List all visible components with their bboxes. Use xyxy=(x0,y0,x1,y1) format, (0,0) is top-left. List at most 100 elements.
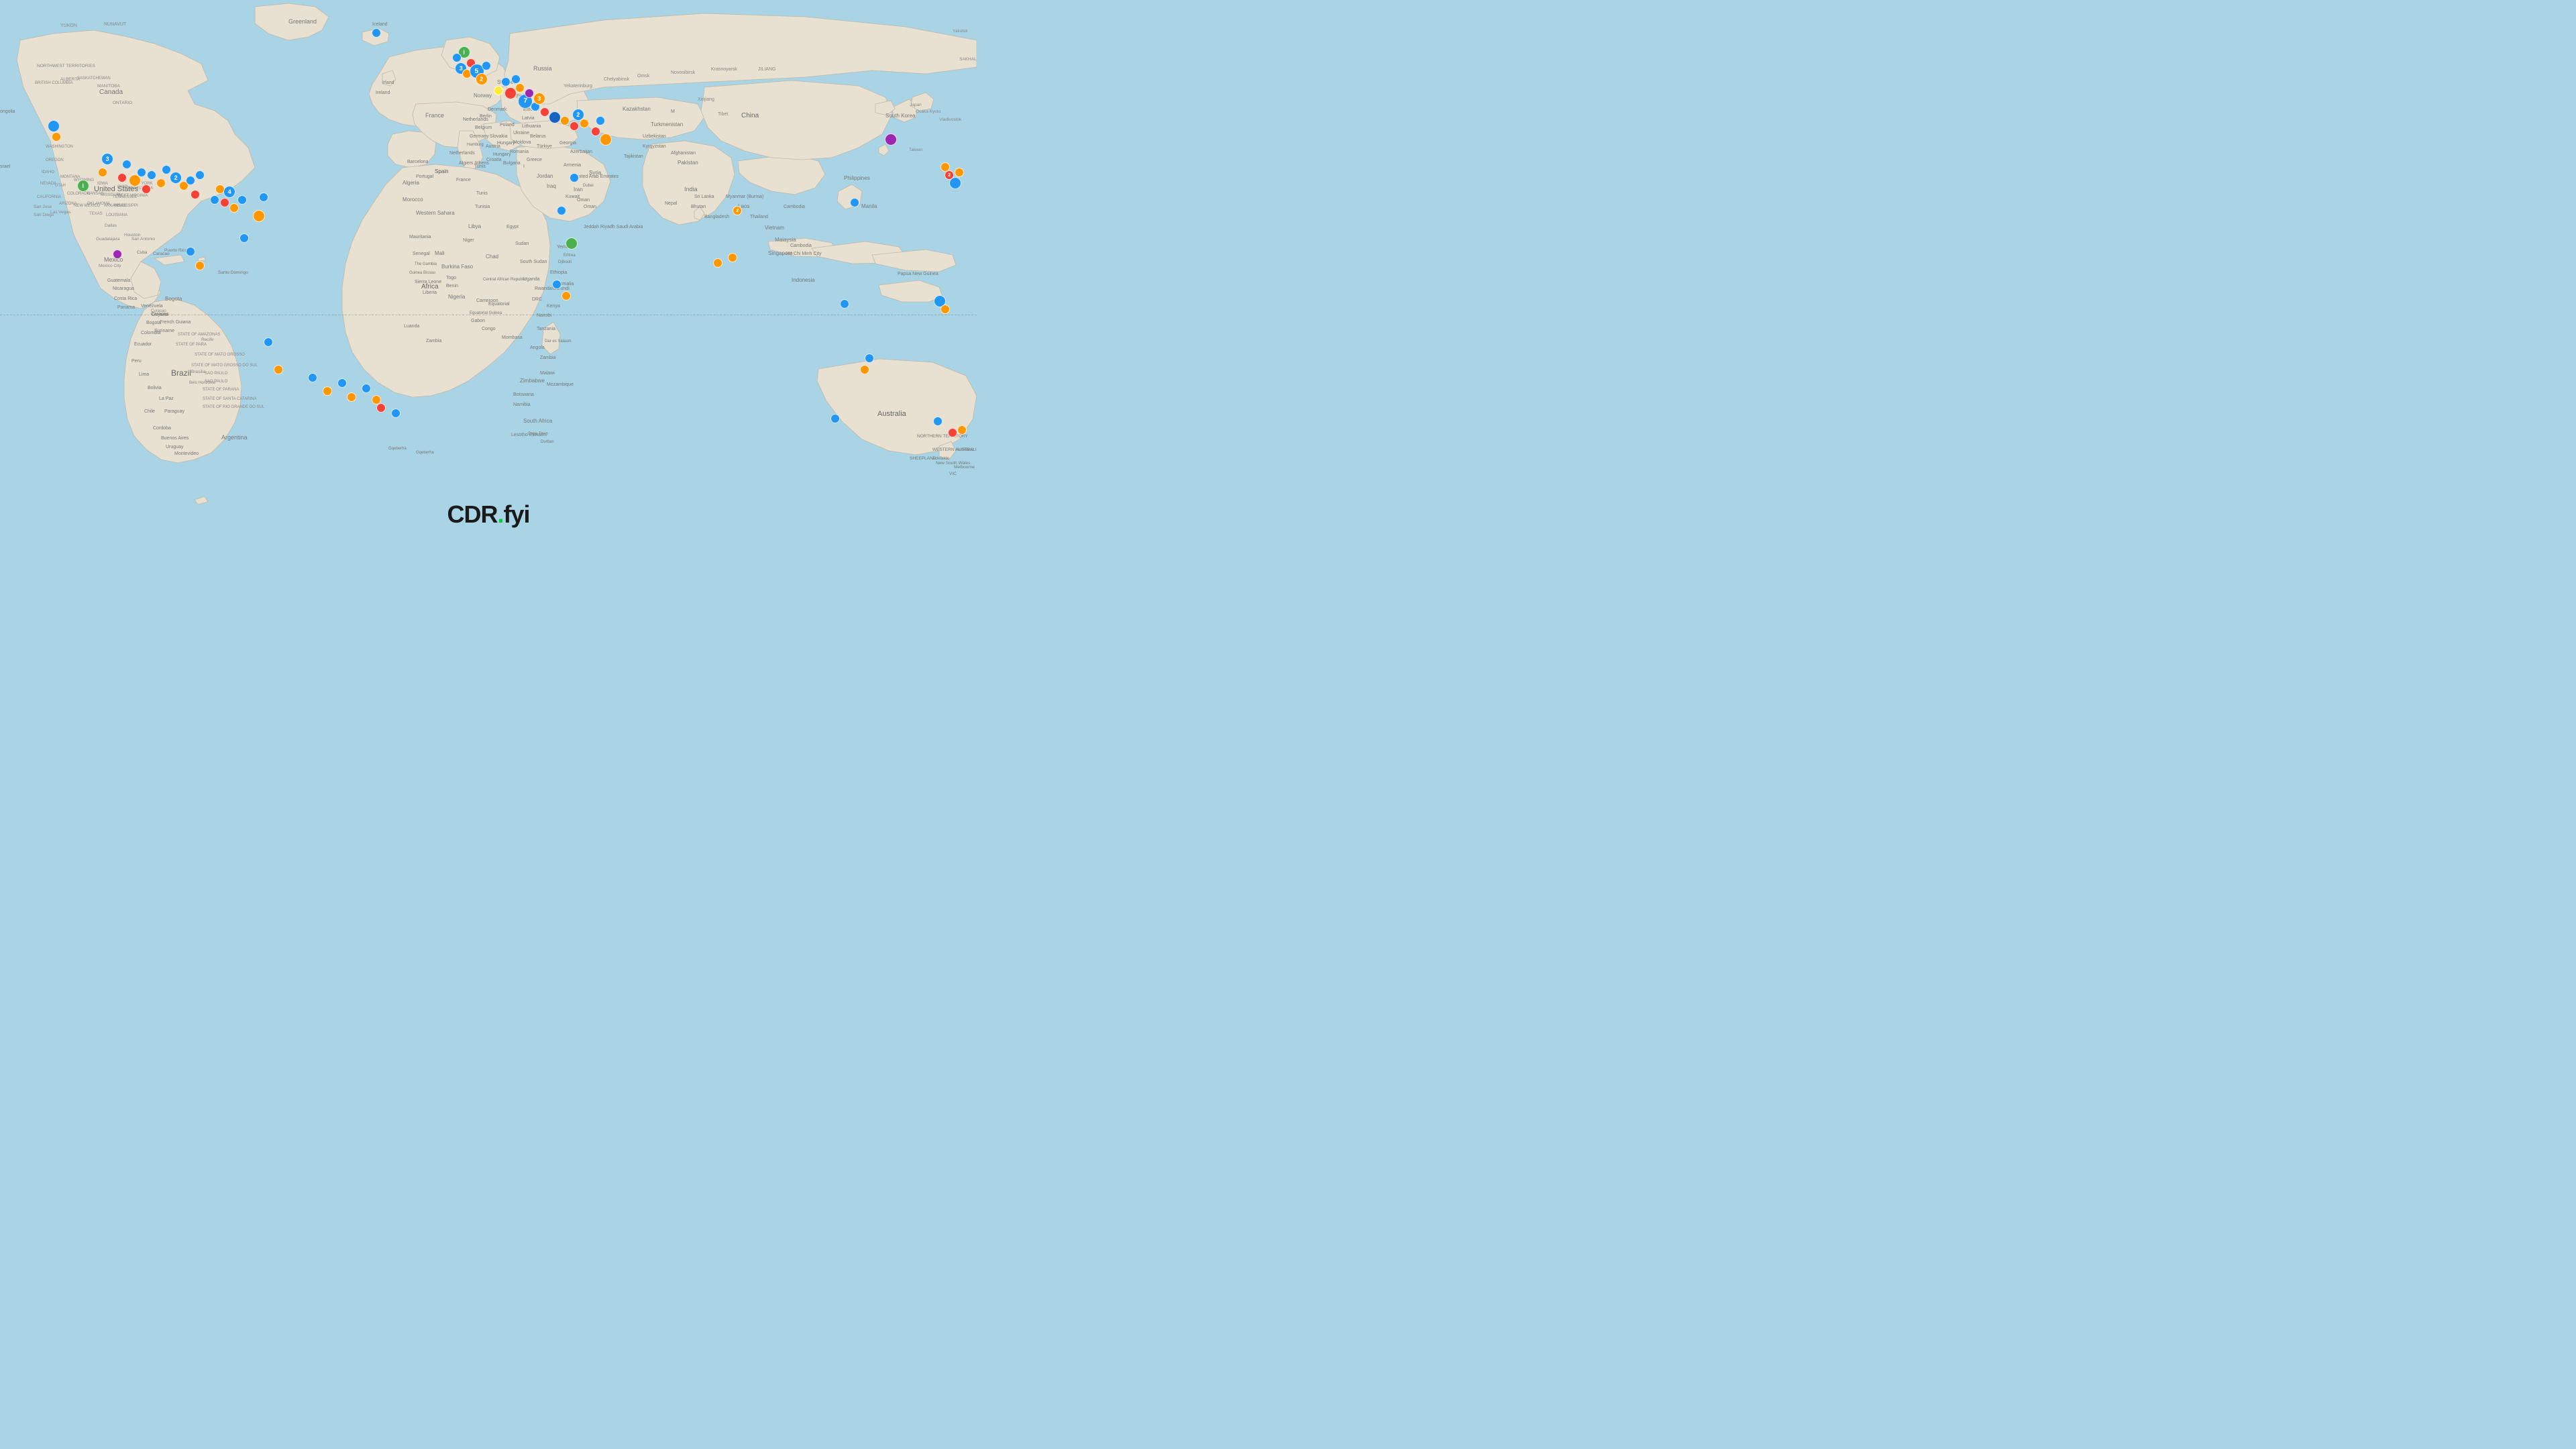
svg-text:STATE OF AMAZONAS: STATE OF AMAZONAS xyxy=(178,333,220,337)
marker-23[interactable] xyxy=(237,195,247,205)
marker-eu-25[interactable] xyxy=(596,116,605,125)
marker-38[interactable] xyxy=(376,403,386,413)
svg-text:Malawi: Malawi xyxy=(540,371,555,376)
svg-text:Buenos Aires: Buenos Aires xyxy=(161,436,189,441)
marker-eu-2[interactable] xyxy=(452,53,462,62)
svg-text:Norway: Norway xyxy=(474,93,492,99)
marker-eu-21[interactable] xyxy=(570,121,579,131)
marker-17[interactable] xyxy=(195,170,205,180)
marker-1[interactable] xyxy=(48,120,60,132)
marker-33[interactable] xyxy=(323,386,332,396)
marker-asia-1[interactable]: 2 xyxy=(733,206,742,215)
marker-eu-20[interactable] xyxy=(560,116,570,125)
marker-18[interactable] xyxy=(210,195,219,205)
svg-text:Belarus: Belarus xyxy=(530,134,546,139)
marker-22[interactable] xyxy=(229,203,239,213)
marker-25[interactable] xyxy=(259,193,268,202)
marker-aus-2[interactable] xyxy=(941,305,950,314)
marker-eu-9[interactable] xyxy=(494,86,503,95)
marker-6[interactable] xyxy=(122,160,131,169)
svg-text:SHEEPLAND: SHEEPLAND xyxy=(910,456,936,461)
marker-ea-1[interactable] xyxy=(885,133,897,146)
marker-asia-2[interactable] xyxy=(713,258,722,268)
svg-text:Dubai: Dubai xyxy=(583,184,594,188)
svg-text:Denmark: Denmark xyxy=(488,107,507,112)
marker-11[interactable] xyxy=(156,178,166,188)
svg-text:Oman: Oman xyxy=(577,198,590,203)
marker-me-3[interactable] xyxy=(570,173,579,182)
marker-afr-2[interactable] xyxy=(561,291,571,301)
svg-text:Mali: Mali xyxy=(435,250,445,256)
svg-text:Tibet: Tibet xyxy=(718,112,728,117)
svg-text:Kenya: Kenya xyxy=(547,304,560,309)
svg-text:NORTHWEST TERRITORIES: NORTHWEST TERRITORIES xyxy=(37,64,96,68)
marker-15[interactable] xyxy=(186,176,195,185)
svg-text:NUNAVUT: NUNAVUT xyxy=(104,22,127,27)
marker-eu-13[interactable] xyxy=(515,83,525,93)
marker-39[interactable] xyxy=(391,409,400,418)
marker-9[interactable] xyxy=(142,184,151,194)
marker-ea-2[interactable] xyxy=(850,198,859,207)
marker-35[interactable] xyxy=(347,392,356,402)
svg-text:Yekaterinburg: Yekaterinburg xyxy=(564,84,592,89)
marker-aus-3[interactable] xyxy=(948,428,957,437)
svg-text:YUKON: YUKON xyxy=(60,23,77,28)
marker-31[interactable] xyxy=(274,365,283,374)
marker-2[interactable] xyxy=(52,132,61,142)
marker-20[interactable] xyxy=(220,198,229,207)
marker-sea-3[interactable] xyxy=(865,354,874,363)
marker-26[interactable] xyxy=(113,250,122,259)
marker-sea-1[interactable] xyxy=(840,299,849,309)
svg-text:STATE OF RIO GRANDE DO SUL: STATE OF RIO GRANDE DO SUL xyxy=(203,405,265,409)
svg-text:Argentina: Argentina xyxy=(221,434,248,441)
svg-text:Vladivostok: Vladivostok xyxy=(939,117,962,122)
marker-27[interactable] xyxy=(186,247,195,256)
svg-text:IDAHO: IDAHO xyxy=(42,170,54,174)
marker-eu-19[interactable] xyxy=(549,111,561,123)
svg-text:Congo: Congo xyxy=(482,327,496,331)
marker-ea-6[interactable] xyxy=(955,168,964,177)
marker-8[interactable] xyxy=(137,168,146,177)
marker-24[interactable] xyxy=(253,210,265,222)
svg-text:Moldova: Moldova xyxy=(513,140,531,145)
marker-aus-4[interactable] xyxy=(957,425,967,435)
svg-text:Suriname: Suriname xyxy=(154,329,174,333)
svg-text:Russia: Russia xyxy=(533,65,552,72)
marker-12[interactable] xyxy=(162,165,171,174)
marker-aus-5[interactable] xyxy=(933,417,943,426)
marker-ic-1[interactable] xyxy=(372,28,381,38)
marker-eu-26[interactable] xyxy=(600,133,612,146)
marker-asia-3[interactable] xyxy=(728,253,737,262)
svg-text:Bhutan: Bhutan xyxy=(691,205,706,209)
marker-me-1[interactable] xyxy=(557,206,566,215)
marker-eu-7[interactable]: 2 xyxy=(476,73,488,85)
marker-16[interactable] xyxy=(191,190,200,199)
svg-text:Ho Chi Minh City: Ho Chi Minh City xyxy=(786,252,822,256)
marker-ea-5[interactable] xyxy=(949,177,961,189)
marker-me-2[interactable] xyxy=(566,237,578,250)
marker-eu-17[interactable]: 3 xyxy=(533,93,545,105)
marker-eu-10[interactable] xyxy=(501,77,511,87)
marker-5[interactable] xyxy=(117,173,127,182)
marker-eu-23[interactable] xyxy=(580,119,589,128)
marker-green-1[interactable]: i xyxy=(77,180,89,192)
marker-29[interactable] xyxy=(239,233,249,243)
marker-eu-8[interactable] xyxy=(482,61,491,70)
svg-text:Nepal: Nepal xyxy=(665,201,678,206)
svg-text:Türkiye: Türkiye xyxy=(537,144,552,149)
marker-21[interactable]: 4 xyxy=(223,186,235,198)
marker-aus-6[interactable] xyxy=(830,414,840,423)
svg-text:South Sudan: South Sudan xyxy=(520,260,547,264)
marker-32[interactable] xyxy=(308,373,317,382)
marker-36[interactable] xyxy=(362,384,371,393)
marker-28[interactable] xyxy=(195,261,205,270)
marker-10[interactable] xyxy=(147,170,156,180)
marker-4[interactable] xyxy=(98,168,107,177)
marker-afr-1[interactable] xyxy=(552,280,561,289)
marker-3[interactable]: 3 xyxy=(101,153,113,165)
marker-30[interactable] xyxy=(264,337,273,347)
marker-sea-2[interactable] xyxy=(860,365,869,374)
marker-34[interactable] xyxy=(337,378,347,388)
marker-eu-24[interactable] xyxy=(591,127,600,136)
svg-text:Turkmenistan: Turkmenistan xyxy=(651,121,683,127)
